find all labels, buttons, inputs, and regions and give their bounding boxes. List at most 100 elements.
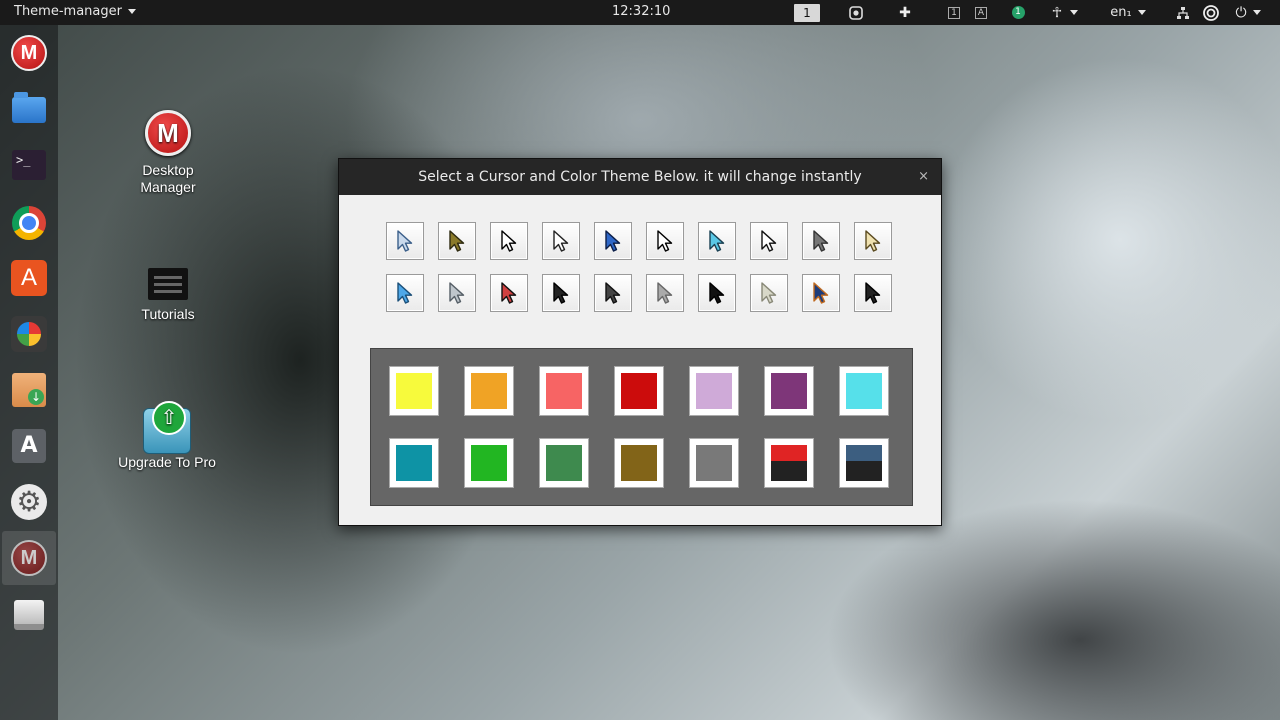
cursor-theme-button[interactable] [646,222,684,260]
color-theme-button[interactable] [614,438,664,488]
color-theme-button[interactable] [464,366,514,416]
desktop-icon-label: Upgrade To Pro [118,454,216,470]
color-swatch [546,373,582,409]
color-theme-button[interactable] [389,366,439,416]
app-menu[interactable]: Theme-manager [14,4,136,19]
cursor-arrow-icon [761,230,777,252]
cursor-theme-button[interactable] [802,222,840,260]
chevron-down-icon [1137,10,1146,15]
language-menu[interactable]: en₁ [1108,0,1148,25]
color-theme-button[interactable] [689,438,739,488]
app-store-icon: A [11,260,47,296]
color-theme-button[interactable] [839,366,889,416]
desktop-icon-desktop-manager[interactable]: M Desktop Manager [128,110,208,196]
color-swatch [471,373,507,409]
dock-item-software-center[interactable]: A [9,258,49,298]
screenshot-icon[interactable] [846,0,866,25]
cursor-theme-button[interactable] [386,222,424,260]
cursor-theme-button[interactable] [646,274,684,312]
cursor-arrow-icon [865,230,881,252]
folder-icon [12,92,46,123]
cursor-arrow-icon [709,230,725,252]
cursor-arrow-icon [605,230,621,252]
dock-item-pinwheel[interactable] [9,314,49,354]
accessibility-icon: ☥ [1051,4,1063,21]
cursor-theme-button[interactable] [490,274,528,312]
keyboard-layout-a-icon[interactable]: A [973,0,989,25]
color-swatch [696,373,732,409]
color-swatch [471,445,507,481]
cursor-arrow-icon [449,230,465,252]
dock: M >_ A A ⚙ M [0,25,58,720]
color-theme-button[interactable] [464,438,514,488]
dialog-titlebar[interactable]: Select a Cursor and Color Theme Below. i… [339,159,941,195]
cursor-theme-button[interactable] [854,222,892,260]
cursor-theme-button[interactable] [698,274,736,312]
update-badge-icon[interactable]: 1 [1009,0,1027,25]
dock-item-drive[interactable] [9,595,49,635]
m-logo-icon: M [11,35,47,71]
dock-item-files[interactable] [9,90,49,130]
color-swatch [696,445,732,481]
color-swatch [846,445,882,481]
color-theme-button[interactable] [539,366,589,416]
cursor-theme-button[interactable] [542,274,580,312]
dock-item-font-viewer[interactable]: A [9,426,49,466]
workspace-indicator[interactable]: 1 [793,0,821,25]
close-icon[interactable]: × [918,159,929,195]
puzzle-icon[interactable]: ✚ [895,0,915,25]
cursor-arrow-icon [553,230,569,252]
desktop-icon-label: Manager [140,179,196,195]
dock-item-package-installer[interactable] [9,370,49,410]
color-theme-button[interactable] [689,366,739,416]
network-icon[interactable] [1174,0,1192,25]
target-icon[interactable] [1201,0,1221,25]
cursor-arrow-icon [657,282,673,304]
color-swatch [621,373,657,409]
color-theme-button[interactable] [614,366,664,416]
color-theme-button[interactable] [764,366,814,416]
keyboard-layout-1-icon[interactable]: 1 [946,0,962,25]
color-theme-button[interactable] [389,438,439,488]
cursor-theme-button[interactable] [698,222,736,260]
dock-item-theme-manager[interactable]: M [2,531,56,585]
cursor-arrow-icon [657,230,673,252]
desktop-icon-label: Tutorials [141,306,195,322]
cursor-theme-button[interactable] [386,274,424,312]
cursor-theme-button[interactable] [594,222,632,260]
dock-item-chrome[interactable] [9,203,49,243]
cursor-theme-button[interactable] [854,274,892,312]
cursor-arrow-icon [605,282,621,304]
gear-icon: ⚙ [11,484,47,520]
dock-item-settings[interactable]: ⚙ [9,482,49,522]
dock-item-desktop-manager[interactable]: M [9,33,49,73]
upgrade-icon [143,401,191,454]
power-menu[interactable]: ⏻ [1228,0,1268,25]
chrome-icon [12,206,46,240]
cursor-theme-button[interactable] [750,274,788,312]
color-theme-button[interactable] [764,438,814,488]
cursor-theme-button[interactable] [750,222,788,260]
terminal-icon: >_ [12,150,46,180]
cursor-theme-button[interactable] [802,274,840,312]
color-swatch [546,445,582,481]
cursor-theme-button[interactable] [490,222,528,260]
clock[interactable]: 12:32:10 [612,4,670,19]
cursor-theme-button[interactable] [594,274,632,312]
cursor-arrow-icon [813,282,829,304]
dialog-title: Select a Cursor and Color Theme Below. i… [418,169,862,185]
desktop-icon-tutorials[interactable]: Tutorials [128,268,208,323]
cursor-arrow-icon [397,230,413,252]
desktop-icon-upgrade[interactable]: Upgrade To Pro [112,401,222,471]
font-icon: A [12,429,46,463]
dock-item-terminal[interactable]: >_ [9,145,49,185]
cursor-theme-button[interactable] [542,222,580,260]
cursor-theme-button[interactable] [438,222,476,260]
color-theme-button[interactable] [839,438,889,488]
app-name: Theme-manager [14,4,122,19]
cursor-arrow-icon [553,282,569,304]
accessibility-menu[interactable]: ☥ [1045,0,1085,25]
cursor-theme-button[interactable] [438,274,476,312]
language-label: en₁ [1110,5,1132,20]
color-theme-button[interactable] [539,438,589,488]
